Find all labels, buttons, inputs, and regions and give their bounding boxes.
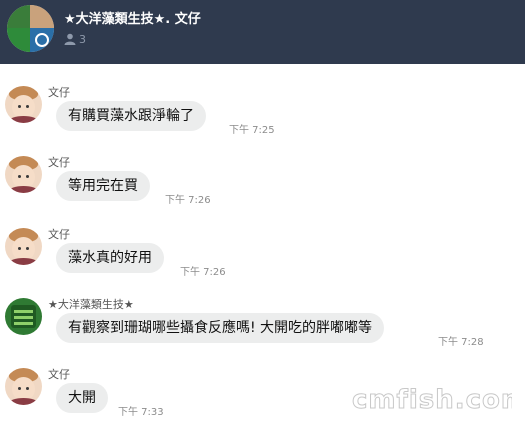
cmfish-watermark: cmfish.com bbox=[352, 385, 512, 413]
message-time: 下午 7:26 bbox=[165, 195, 211, 206]
sender-name: 文仔 bbox=[48, 368, 70, 381]
message-bubble[interactable]: 等用完在買 bbox=[56, 171, 150, 201]
sender-name: 文仔 bbox=[48, 228, 70, 241]
message-time: 下午 7:33 bbox=[118, 407, 164, 418]
group-avatar[interactable] bbox=[7, 5, 54, 52]
chat-header: ★大洋藻類生技★. 文仔 3 bbox=[0, 0, 525, 64]
members-icon[interactable] bbox=[64, 33, 76, 45]
message-row: ★大洋藻類生技★ 有觀察到珊瑚哪些攝食反應嗎! 大開吃的胖嘟嘟等 下午 7:28 bbox=[0, 296, 525, 356]
baby-avatar[interactable] bbox=[5, 228, 42, 265]
baby-avatar[interactable] bbox=[5, 368, 42, 405]
message-bubble[interactable]: 有觀察到珊瑚哪些攝食反應嗎! 大開吃的胖嘟嘟等 bbox=[56, 313, 385, 343]
chat-title[interactable]: ★大洋藻類生技★. 文仔 bbox=[64, 8, 201, 27]
sender-name: ★大洋藻類生技★ bbox=[48, 298, 134, 311]
message-bubble[interactable]: 藻水真的好用 bbox=[56, 243, 164, 273]
message-time: 下午 7:25 bbox=[229, 125, 275, 136]
message-time: 下午 7:28 bbox=[438, 337, 484, 348]
sender-name: 文仔 bbox=[48, 156, 70, 169]
message-bubble[interactable]: 有購買藻水跟淨輪了 bbox=[56, 101, 206, 131]
sender-name: 文仔 bbox=[48, 86, 70, 99]
baby-avatar[interactable] bbox=[5, 86, 42, 123]
message-bubble[interactable]: 大開 bbox=[56, 383, 108, 413]
member-count: 3 bbox=[79, 33, 86, 46]
message-time: 下午 7:26 bbox=[180, 267, 226, 278]
message-row: 文仔 等用完在買 下午 7:26 bbox=[0, 154, 525, 214]
shop-logo-avatar[interactable] bbox=[5, 298, 42, 335]
message-row: 文仔 有購買藻水跟淨輪了 下午 7:25 bbox=[0, 84, 525, 144]
watermark-text: cmfish.com bbox=[352, 385, 512, 412]
baby-avatar[interactable] bbox=[5, 156, 42, 193]
message-row: 文仔 藻水真的好用 下午 7:26 bbox=[0, 226, 525, 286]
